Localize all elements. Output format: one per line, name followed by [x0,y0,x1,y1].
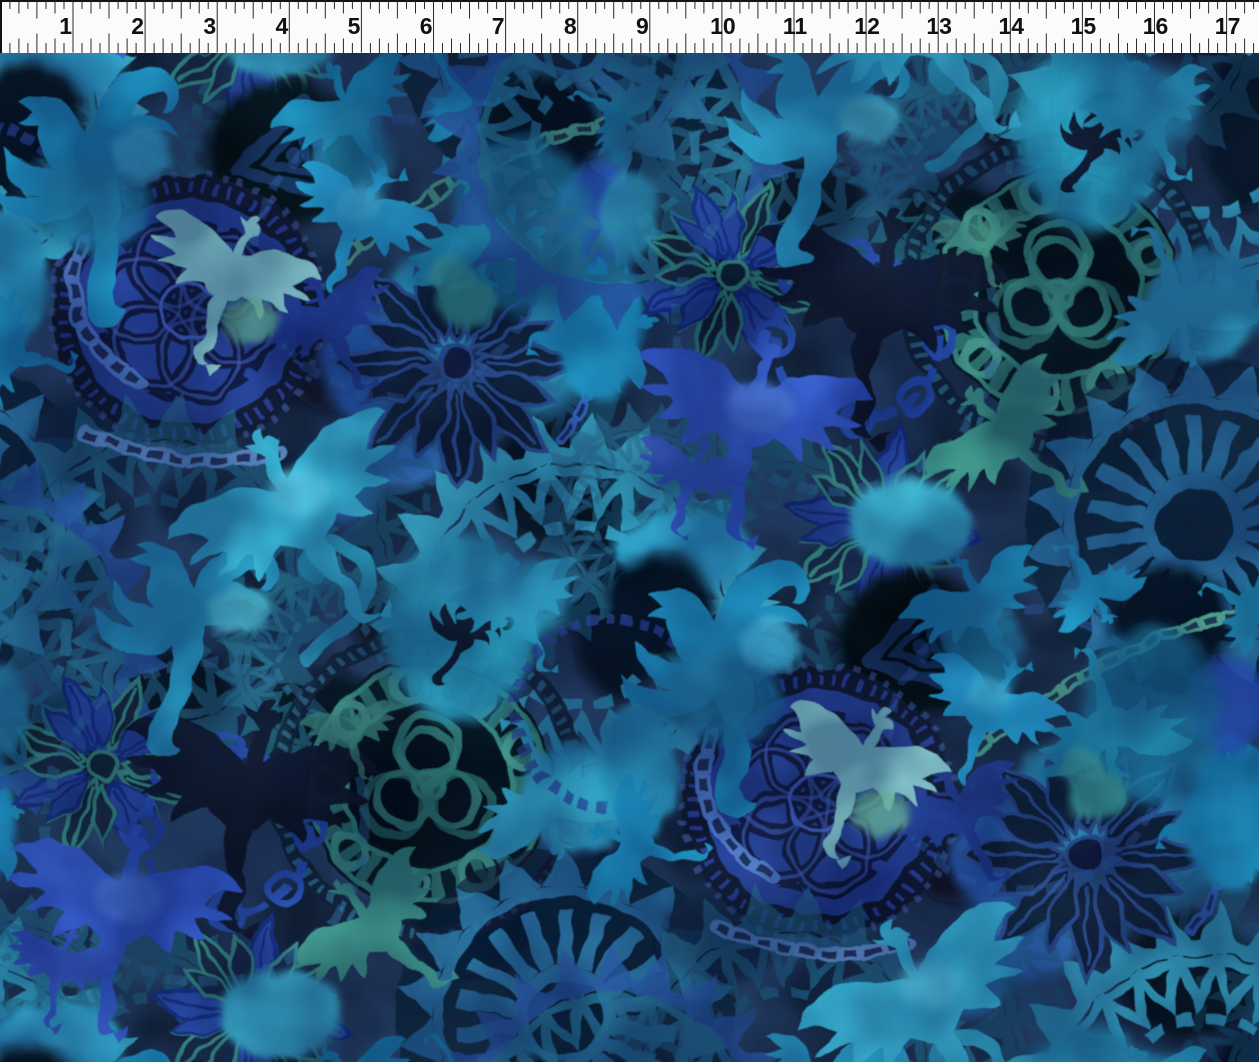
svg-text:14: 14 [999,13,1025,39]
svg-text:16: 16 [1143,13,1169,39]
svg-text:11: 11 [783,13,808,39]
svg-text:5: 5 [348,13,361,39]
svg-text:1: 1 [59,13,72,39]
svg-text:15: 15 [1071,13,1097,39]
svg-text:3: 3 [203,13,216,39]
svg-text:8: 8 [564,13,577,39]
svg-text:17: 17 [1215,13,1241,39]
svg-text:7: 7 [492,13,505,39]
svg-text:6: 6 [420,13,433,39]
svg-text:13: 13 [926,13,952,39]
svg-text:4: 4 [276,13,289,39]
svg-text:9: 9 [636,13,649,39]
svg-text:12: 12 [854,13,880,39]
svg-text:2: 2 [131,13,144,39]
svg-text:10: 10 [710,13,736,39]
